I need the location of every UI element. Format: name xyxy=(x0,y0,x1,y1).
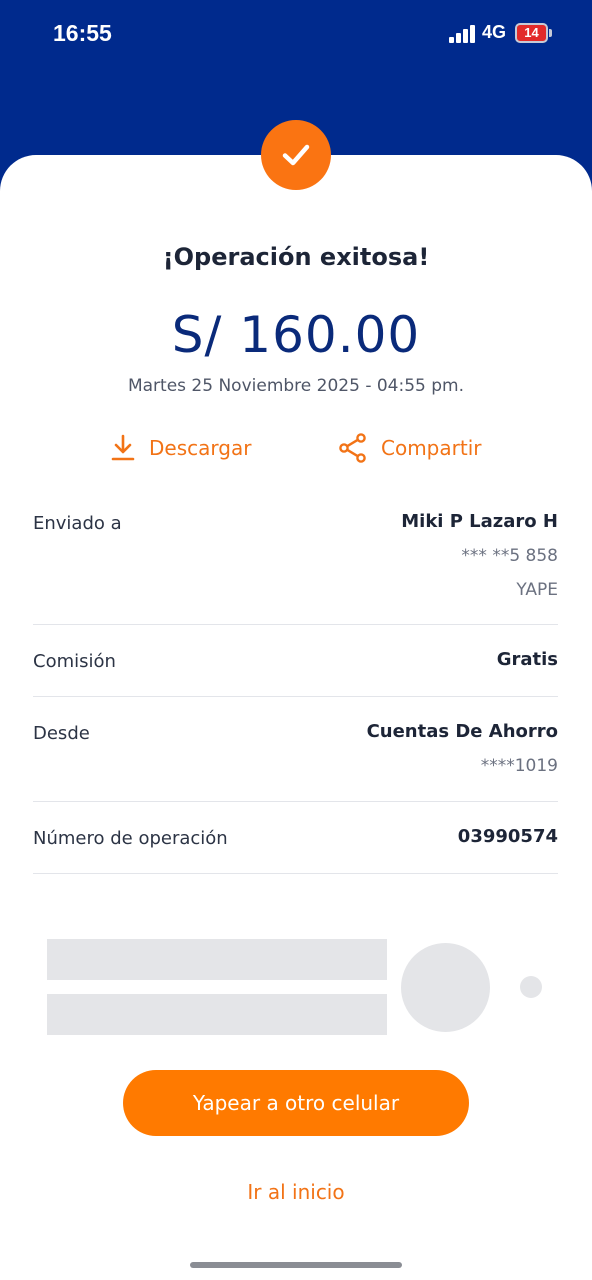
recipient-app: YAPE xyxy=(516,580,558,600)
recipient-phone: *** **5 858 xyxy=(461,546,558,566)
commission-label: Comisión xyxy=(33,651,116,672)
download-label: Descargar xyxy=(149,436,252,460)
operation-number: 03990574 xyxy=(457,826,558,847)
success-badge xyxy=(261,120,331,190)
go-home-link[interactable]: Ir al inicio xyxy=(0,1180,592,1204)
operation-label: Número de operación xyxy=(33,828,228,849)
from-account-number: ****1019 xyxy=(480,756,558,776)
download-button[interactable]: Descargar xyxy=(111,432,251,464)
home-indicator xyxy=(190,1262,402,1268)
battery-level: 14 xyxy=(524,25,539,40)
signal-icon xyxy=(449,25,475,43)
success-title: ¡Operación exitosa! xyxy=(162,243,430,271)
loading-placeholder-circle xyxy=(401,943,490,1032)
commission-value: Gratis xyxy=(496,649,558,670)
share-icon xyxy=(339,433,366,463)
detail-row-sent-to: Enviado a Miki P Lazaro H *** **5 858 YA… xyxy=(33,505,558,625)
operation-datetime: Martes 25 Noviembre 2025 - 04:55 pm. xyxy=(127,376,465,396)
detail-row-commission: Comisión Gratis xyxy=(33,625,558,697)
detail-row-from: Desde Cuentas De Ahorro ****1019 xyxy=(33,697,558,802)
recipient-name: Miki P Lazaro H xyxy=(401,511,558,532)
status-time: 16:55 xyxy=(53,20,112,46)
sent-to-label: Enviado a xyxy=(33,513,122,534)
from-account: Cuentas De Ahorro xyxy=(366,721,558,742)
yapear-another-button[interactable]: Yapear a otro celular xyxy=(123,1070,469,1136)
status-bar: 16:55 4G 14 xyxy=(0,0,592,70)
from-label: Desde xyxy=(33,723,90,744)
share-button[interactable]: Compartir xyxy=(339,432,481,464)
download-icon xyxy=(111,434,135,461)
detail-row-operation: Número de operación 03990574 xyxy=(33,802,558,874)
loading-placeholder-bar xyxy=(47,939,387,980)
share-label: Compartir xyxy=(381,436,482,460)
loading-placeholder-bar xyxy=(47,994,387,1035)
check-icon xyxy=(282,144,310,166)
amount: S/ 160.00 xyxy=(171,306,421,364)
network-label: 4G xyxy=(482,22,507,42)
battery-icon: 14 xyxy=(515,23,552,43)
loading-placeholder-dot xyxy=(520,976,542,998)
